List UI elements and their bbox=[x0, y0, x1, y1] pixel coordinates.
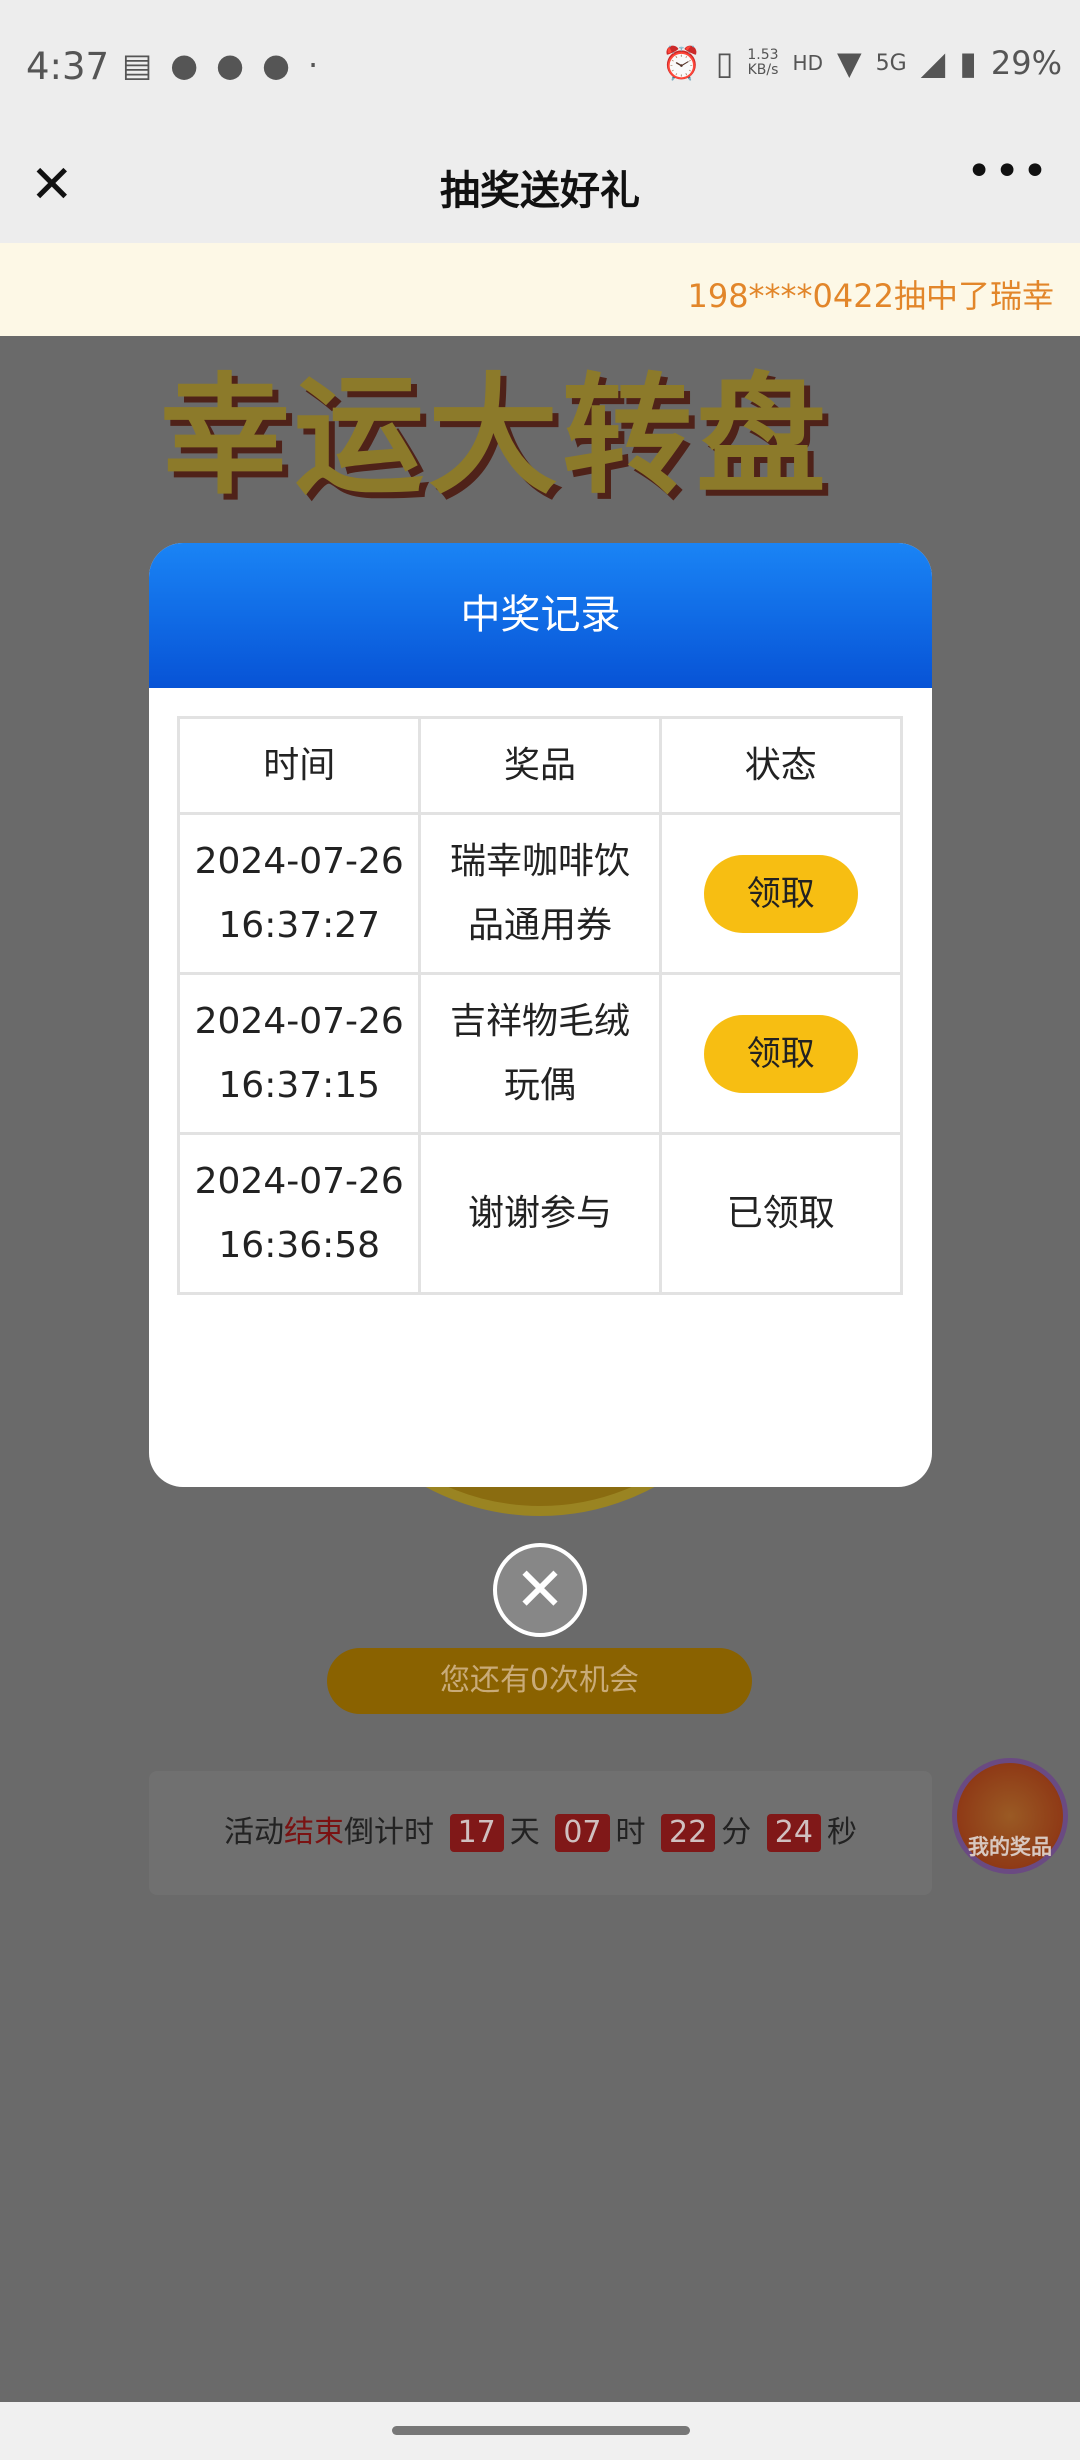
wechat-icon: ● bbox=[170, 46, 199, 84]
row-status: 领取 bbox=[658, 972, 904, 1135]
more-icon[interactable]: ••• bbox=[966, 146, 1050, 197]
prize-record-modal: 中奖记录 时间 奖品 状态 2024-07-26 16:37:27 瑞幸咖啡饮品通… bbox=[149, 543, 932, 1487]
row-prize: 谢谢参与 bbox=[418, 1132, 662, 1295]
home-handle[interactable] bbox=[392, 2426, 690, 2435]
status-bar: 4:37 ▤ ● ● ● · ⏰ ▯ 1.53 KB/s HD ▼ 5G ◢ ▮ … bbox=[0, 0, 1080, 130]
row-clock: 16:36:58 bbox=[218, 1224, 381, 1266]
row-status: 领取 bbox=[658, 812, 904, 975]
system-nav-bar bbox=[0, 2402, 1080, 2460]
winner-ticker: 198****0422抽中了瑞幸 bbox=[0, 243, 1080, 336]
day-unit: 天 bbox=[509, 1815, 540, 1850]
notification-icons: ▤ ● ● ● · bbox=[122, 46, 318, 84]
speed-value: 1.53 bbox=[747, 47, 779, 63]
countdown: 活动结束倒计时 17 天 07 时 22 分 24 秒 bbox=[149, 1771, 932, 1895]
table-row: 2024-07-26 16:37:27 瑞幸咖啡饮品通用券 领取 bbox=[176, 812, 904, 975]
table-row: 2024-07-26 16:37:15 吉祥物毛绒玩偶 领取 bbox=[176, 972, 904, 1135]
minute-unit: 分 bbox=[721, 1815, 752, 1850]
row-date: 2024-07-26 bbox=[194, 1000, 404, 1042]
battery-icon: ▮ bbox=[959, 44, 977, 82]
alarm-icon: ⏰ bbox=[661, 44, 702, 82]
wechat-icon: ● bbox=[216, 46, 245, 84]
news-icon: ▤ bbox=[122, 46, 153, 84]
row-status: 已领取 bbox=[658, 1132, 904, 1295]
countdown-hours: 07 bbox=[555, 1814, 610, 1852]
header-time: 时间 bbox=[176, 716, 422, 815]
row-time: 2024-07-26 16:36:58 bbox=[176, 1132, 422, 1295]
network-speed: 1.53 KB/s bbox=[747, 48, 778, 78]
countdown-label: 倒计时 bbox=[344, 1815, 435, 1850]
countdown-minutes: 22 bbox=[661, 1814, 716, 1852]
row-date: 2024-07-26 bbox=[194, 840, 404, 882]
claim-button[interactable]: 领取 bbox=[703, 854, 858, 933]
chance-button[interactable]: 您还有0次机会 bbox=[327, 1648, 752, 1714]
countdown-days: 17 bbox=[449, 1814, 504, 1852]
wifi-icon: ▼ bbox=[837, 44, 862, 82]
network-type: 5G bbox=[875, 50, 907, 76]
prize-table: 时间 奖品 状态 2024-07-26 16:37:27 瑞幸咖啡饮品通用券 领取… bbox=[176, 716, 904, 1295]
countdown-seconds: 24 bbox=[766, 1814, 821, 1852]
close-icon: ✕ bbox=[514, 1555, 566, 1625]
claim-button[interactable]: 领取 bbox=[703, 1014, 858, 1093]
row-time: 2024-07-26 16:37:27 bbox=[176, 812, 422, 975]
my-prizes-button[interactable]: 我的奖品 bbox=[952, 1758, 1068, 1874]
hour-unit: 时 bbox=[615, 1815, 646, 1850]
dot-icon: · bbox=[308, 46, 319, 84]
modal-title: 中奖记录 bbox=[149, 543, 932, 688]
header-status: 状态 bbox=[658, 716, 904, 815]
row-time: 2024-07-26 16:37:15 bbox=[176, 972, 422, 1135]
nav-bar: ✕ 抽奖送好礼 ••• bbox=[0, 130, 1080, 243]
signal-icon: ◢ bbox=[920, 44, 946, 82]
table-row: 2024-07-26 16:36:58 谢谢参与 已领取 bbox=[176, 1132, 904, 1295]
row-date: 2024-07-26 bbox=[194, 1160, 404, 1202]
row-clock: 16:37:27 bbox=[218, 904, 381, 946]
row-prize: 瑞幸咖啡饮品通用券 bbox=[418, 812, 662, 975]
row-prize: 吉祥物毛绒玩偶 bbox=[418, 972, 662, 1135]
row-clock: 16:37:15 bbox=[218, 1064, 381, 1106]
ticker-text: 198****0422抽中了瑞幸 bbox=[687, 277, 1054, 315]
system-icons: ⏰ ▯ 1.53 KB/s HD ▼ 5G ◢ ▮ 29% bbox=[662, 44, 1062, 82]
my-prizes-label: 我的奖品 bbox=[968, 1835, 1052, 1859]
speed-unit: KB/s bbox=[747, 62, 779, 78]
close-modal-button[interactable]: ✕ bbox=[493, 1543, 587, 1637]
header-prize: 奖品 bbox=[418, 716, 662, 815]
lottery-title: 幸运大转盘 bbox=[160, 360, 831, 512]
wechat-icon: ● bbox=[262, 46, 290, 84]
countdown-highlight: 结束 bbox=[284, 1815, 345, 1850]
status-time: 4:37 bbox=[26, 45, 110, 88]
hd-icon: HD bbox=[792, 51, 823, 75]
second-unit: 秒 bbox=[826, 1815, 857, 1850]
battery-level: 29% bbox=[990, 44, 1062, 82]
page-title: 抽奖送好礼 bbox=[440, 168, 640, 214]
vibrate-icon: ▯ bbox=[715, 44, 734, 82]
table-header: 时间 奖品 状态 bbox=[176, 716, 904, 815]
countdown-prefix: 活动 bbox=[224, 1815, 285, 1850]
